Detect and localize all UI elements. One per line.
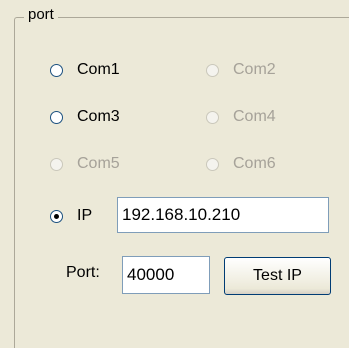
- groupbox-title: port: [24, 5, 58, 25]
- radio-com6[interactable]: Com6: [206, 153, 276, 175]
- radio-button-icon[interactable]: [206, 157, 219, 171]
- radio-com4-label: Com4: [233, 108, 276, 125]
- radio-com5[interactable]: Com5: [50, 153, 120, 175]
- radio-ip[interactable]: IP: [50, 205, 92, 227]
- radio-button-icon[interactable]: [50, 157, 63, 171]
- radio-com3-label: Com3: [77, 108, 120, 125]
- radio-com2-label: Com2: [233, 61, 276, 78]
- radio-com2[interactable]: Com2: [206, 59, 276, 81]
- radio-com1-label: Com1: [77, 61, 120, 78]
- radio-button-icon[interactable]: [50, 209, 63, 223]
- radio-selected-dot: [54, 213, 59, 219]
- radio-button-icon[interactable]: [206, 110, 219, 124]
- port-label: Port:: [66, 264, 100, 281]
- ip-address-field[interactable]: 192.168.10.210: [117, 197, 329, 233]
- radio-com6-label: Com6: [233, 155, 276, 172]
- test-ip-button[interactable]: Test IP: [224, 257, 331, 295]
- radio-com5-label: Com5: [77, 155, 120, 172]
- radio-com4[interactable]: Com4: [206, 106, 276, 128]
- radio-button-icon[interactable]: [206, 63, 219, 77]
- radio-com1[interactable]: Com1: [50, 59, 120, 81]
- radio-button-icon[interactable]: [50, 110, 63, 124]
- radio-com3[interactable]: Com3: [50, 106, 120, 128]
- radio-button-icon[interactable]: [50, 63, 63, 77]
- radio-ip-label: IP: [77, 207, 93, 224]
- port-field[interactable]: 40000: [122, 256, 210, 294]
